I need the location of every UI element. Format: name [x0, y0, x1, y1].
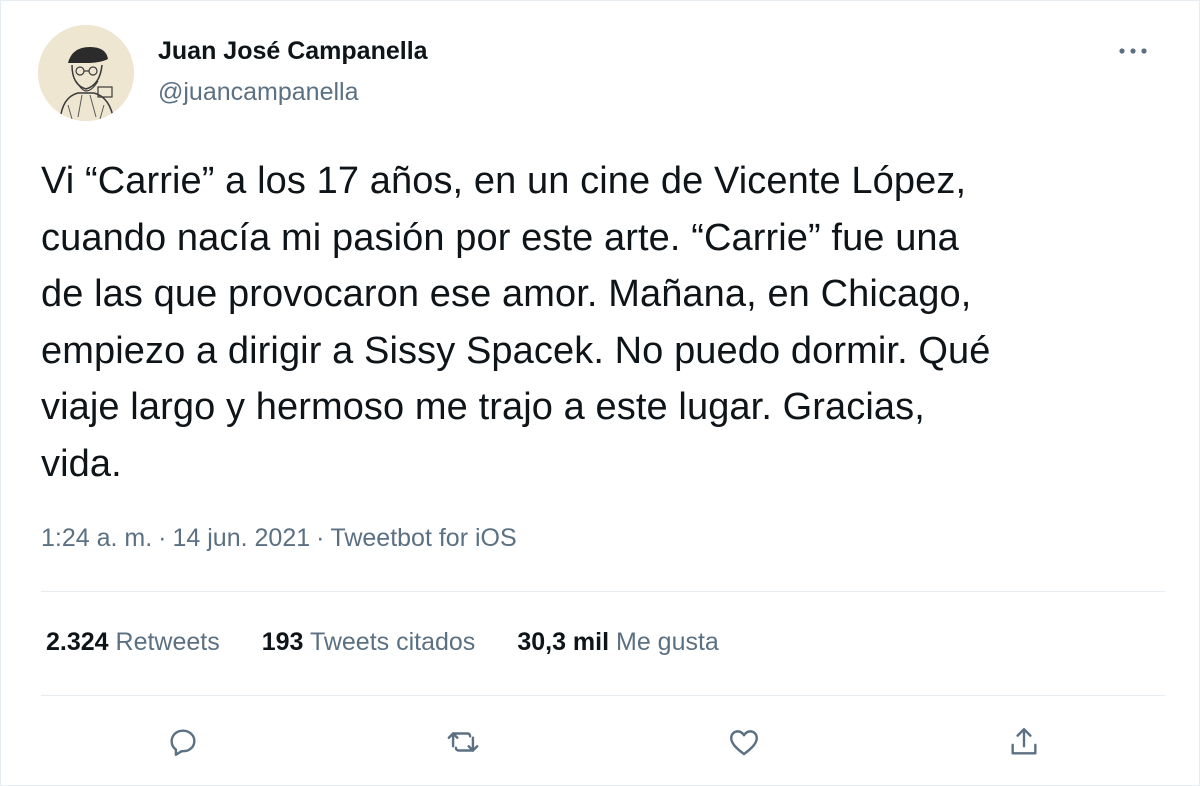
heart-icon	[730, 730, 758, 756]
reply-button[interactable]	[158, 717, 208, 767]
divider	[41, 591, 1165, 592]
quotes-label: Tweets citados	[309, 628, 476, 656]
avatar-sketch-image	[38, 25, 134, 121]
retweets-count: 2.324	[46, 628, 109, 656]
tweet-card: Juan José Campanella @juancampanella Vi …	[0, 0, 1200, 786]
retweets-label: Retweets	[115, 628, 220, 656]
more-horizontal-icon	[1119, 48, 1147, 54]
tweet-source[interactable]: Tweetbot for iOS	[330, 524, 516, 552]
author-handle[interactable]: @juancampanella	[158, 78, 359, 107]
likes-stat[interactable]: 30,3 mil Me gusta	[517, 628, 719, 657]
retweets-stat[interactable]: 2.324 Retweets	[46, 628, 220, 657]
tweet-date[interactable]: 14 jun. 2021	[173, 524, 311, 552]
retweet-button[interactable]	[438, 717, 488, 767]
more-options-button[interactable]	[1111, 31, 1155, 71]
retweet-icon	[447, 732, 479, 752]
likes-count: 30,3 mil	[517, 628, 610, 656]
likes-label: Me gusta	[616, 628, 719, 656]
tweet-stats: 2.324 Retweets 193 Tweets citados 30,3 m…	[46, 628, 761, 657]
meta-separator: ·	[158, 524, 167, 552]
share-icon	[1011, 728, 1037, 755]
quotes-stat[interactable]: 193 Tweets citados	[262, 628, 476, 657]
author-name[interactable]: Juan José Campanella	[158, 37, 428, 66]
reply-icon	[170, 729, 196, 756]
author-avatar[interactable]	[38, 25, 134, 121]
tweet-time[interactable]: 1:24 a. m.	[41, 524, 152, 552]
quotes-count: 193	[261, 628, 304, 656]
like-button[interactable]	[719, 717, 769, 767]
tweet-meta: 1:24 a. m. · 14 jun. 2021 · Tweetbot for iOS	[41, 524, 517, 553]
share-button[interactable]	[999, 717, 1049, 767]
tweet-text: Vi “Carrie” a los 17 años, en un cine de…	[41, 160, 991, 485]
divider	[41, 695, 1165, 696]
tweet-actions	[1, 717, 1200, 767]
meta-separator: ·	[316, 524, 325, 552]
